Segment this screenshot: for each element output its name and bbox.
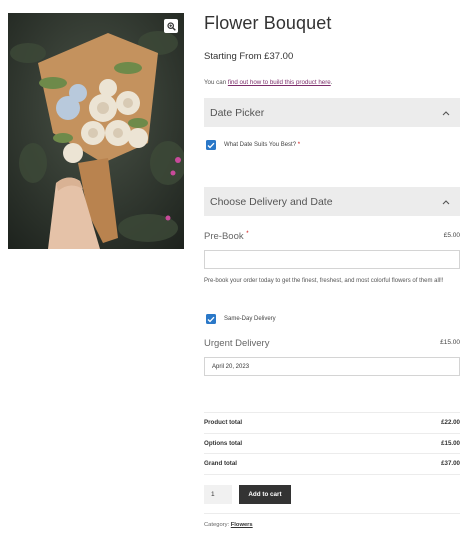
totals-row: Grand total £37.00 — [204, 454, 460, 475]
delivery-panel-header[interactable]: Choose Delivery and Date — [204, 187, 460, 216]
prebook-input[interactable] — [204, 250, 460, 269]
prebook-price: £5.00 — [443, 232, 460, 239]
category-link[interactable]: Flowers — [231, 522, 253, 528]
required-mark: * — [297, 142, 301, 148]
totals-table: Product total £22.00 Options total £15.0… — [204, 412, 460, 475]
delivery-title: Choose Delivery and Date — [210, 195, 333, 208]
date-picker-title: Date Picker — [210, 106, 265, 119]
required-mark: * — [246, 231, 249, 237]
add-to-cart-button[interactable]: Add to cart — [239, 485, 291, 504]
category-prefix: Category: — [204, 522, 231, 528]
totals-row: Options total £15.00 — [204, 434, 460, 454]
date-picker-panel-header[interactable]: Date Picker — [204, 98, 460, 127]
urgent-date-input[interactable]: April 20, 2023 — [204, 357, 460, 376]
urgent-delivery-price: £15.00 — [440, 339, 460, 346]
totals-value: £22.00 — [441, 419, 460, 427]
prebook-label: Pre-Book * — [204, 231, 249, 242]
zoom-button[interactable] — [164, 19, 178, 33]
quantity-input[interactable]: 1 — [204, 485, 232, 504]
checkmark-icon — [207, 142, 215, 148]
date-suits-label: What Date Suits You Best? * — [224, 142, 300, 148]
same-day-checkbox-row[interactable]: Same-Day Delivery — [206, 314, 276, 324]
date-suits-checkbox[interactable] — [206, 140, 216, 150]
divider — [204, 513, 460, 514]
urgent-delivery-label: Urgent Delivery — [204, 338, 270, 349]
date-suits-text: What Date Suits You Best? — [224, 142, 297, 148]
product-image[interactable] — [8, 13, 184, 249]
zoom-icon — [166, 21, 176, 31]
build-note-suffix: . — [330, 79, 333, 86]
totals-value: £15.00 — [441, 439, 460, 447]
chevron-up-icon[interactable] — [442, 110, 450, 116]
totals-label: Options total — [204, 439, 243, 447]
product-price: Starting From £37.00 — [204, 51, 294, 62]
checkmark-icon — [207, 316, 215, 322]
build-note-prefix: You can — [204, 79, 228, 86]
same-day-label: Same-Day Delivery — [224, 316, 276, 322]
totals-row: Product total £22.00 — [204, 413, 460, 434]
product-category: Category: Flowers — [204, 522, 253, 528]
prebook-label-text: Pre-Book — [204, 231, 244, 242]
build-guide-link[interactable]: find out how to build this product here — [228, 79, 331, 86]
build-note: You can find out how to build this produ… — [204, 79, 332, 86]
bouquet-photo — [8, 13, 184, 249]
date-suits-checkbox-row[interactable]: What Date Suits You Best? * — [206, 140, 300, 150]
totals-value: £37.00 — [441, 460, 460, 468]
totals-label: Product total — [204, 419, 243, 427]
prebook-description: Pre-book your order today to get the fin… — [204, 278, 444, 284]
totals-label: Grand total — [204, 460, 238, 468]
product-title: Flower Bouquet — [204, 13, 332, 33]
same-day-checkbox[interactable] — [206, 314, 216, 324]
chevron-up-icon[interactable] — [442, 199, 450, 205]
